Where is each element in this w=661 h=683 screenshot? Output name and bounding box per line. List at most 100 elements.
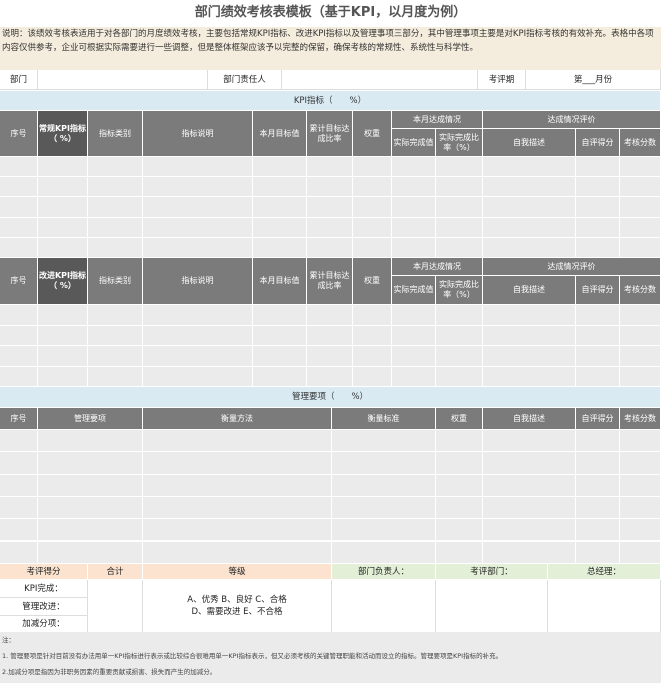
table-cell[interactable] bbox=[332, 452, 436, 475]
table-cell[interactable] bbox=[353, 237, 392, 258]
table-cell[interactable] bbox=[436, 157, 483, 178]
table-cell[interactable] bbox=[436, 474, 483, 497]
table-cell[interactable] bbox=[0, 519, 38, 542]
table-cell[interactable] bbox=[483, 474, 576, 497]
table-cell[interactable] bbox=[392, 217, 436, 238]
table-cell[interactable] bbox=[0, 157, 38, 178]
table-cell[interactable] bbox=[143, 496, 332, 520]
table-cell[interactable] bbox=[576, 157, 620, 178]
table-cell[interactable] bbox=[0, 217, 38, 238]
table-cell[interactable] bbox=[38, 541, 143, 564]
table-cell[interactable] bbox=[620, 157, 661, 178]
grade-options[interactable]: A、优秀 B、良好 C、合格 D、需要改进 E、不合格 bbox=[143, 580, 332, 633]
table-cell[interactable] bbox=[576, 346, 620, 367]
table-cell[interactable] bbox=[143, 366, 253, 387]
table-cell[interactable] bbox=[483, 217, 576, 238]
dept-head-signature[interactable] bbox=[332, 580, 436, 633]
table-cell[interactable] bbox=[307, 366, 353, 387]
table-cell[interactable] bbox=[620, 346, 661, 367]
table-cell[interactable] bbox=[38, 237, 88, 258]
table-cell[interactable] bbox=[392, 346, 436, 367]
table-cell[interactable] bbox=[620, 541, 661, 564]
table-cell[interactable] bbox=[38, 474, 143, 497]
table-cell[interactable] bbox=[436, 237, 483, 258]
table-cell[interactable] bbox=[483, 197, 576, 218]
table-cell[interactable] bbox=[436, 177, 483, 198]
audit-dept-signature[interactable] bbox=[436, 580, 548, 633]
table-cell[interactable] bbox=[353, 177, 392, 198]
table-cell[interactable] bbox=[576, 177, 620, 198]
table-cell[interactable] bbox=[253, 177, 307, 198]
table-cell[interactable] bbox=[0, 346, 38, 367]
table-cell[interactable] bbox=[38, 325, 88, 346]
table-cell[interactable] bbox=[0, 474, 38, 497]
table-cell[interactable] bbox=[253, 217, 307, 238]
table-cell[interactable] bbox=[38, 496, 143, 520]
table-cell[interactable] bbox=[576, 541, 620, 564]
table-cell[interactable] bbox=[483, 177, 576, 198]
table-cell[interactable] bbox=[332, 519, 436, 542]
table-cell[interactable] bbox=[620, 325, 661, 346]
table-cell[interactable] bbox=[0, 366, 38, 387]
table-cell[interactable] bbox=[620, 305, 661, 326]
table-cell[interactable] bbox=[88, 346, 143, 367]
table-cell[interactable] bbox=[620, 177, 661, 198]
table-cell[interactable] bbox=[143, 217, 253, 238]
table-cell[interactable] bbox=[436, 197, 483, 218]
table-cell[interactable] bbox=[0, 177, 38, 198]
dept-head-input[interactable] bbox=[282, 70, 478, 90]
table-cell[interactable] bbox=[392, 237, 436, 258]
table-cell[interactable] bbox=[620, 496, 661, 520]
table-cell[interactable] bbox=[483, 305, 576, 326]
table-cell[interactable] bbox=[483, 237, 576, 258]
table-cell[interactable] bbox=[620, 217, 661, 238]
table-cell[interactable] bbox=[483, 519, 576, 542]
table-cell[interactable] bbox=[307, 305, 353, 326]
table-cell[interactable] bbox=[576, 519, 620, 542]
table-cell[interactable] bbox=[483, 541, 576, 564]
table-cell[interactable] bbox=[88, 177, 143, 198]
table-cell[interactable] bbox=[143, 305, 253, 326]
table-cell[interactable] bbox=[143, 430, 332, 453]
table-cell[interactable] bbox=[576, 325, 620, 346]
table-cell[interactable] bbox=[143, 346, 253, 367]
table-cell[interactable] bbox=[576, 237, 620, 258]
table-cell[interactable] bbox=[483, 346, 576, 367]
table-cell[interactable] bbox=[253, 346, 307, 367]
table-cell[interactable] bbox=[143, 177, 253, 198]
table-cell[interactable] bbox=[436, 430, 483, 453]
table-cell[interactable] bbox=[253, 237, 307, 258]
table-cell[interactable] bbox=[38, 177, 88, 198]
table-cell[interactable] bbox=[483, 452, 576, 475]
table-cell[interactable] bbox=[392, 305, 436, 326]
table-cell[interactable] bbox=[307, 325, 353, 346]
table-cell[interactable] bbox=[483, 430, 576, 453]
table-cell[interactable] bbox=[38, 346, 88, 367]
table-cell[interactable] bbox=[307, 346, 353, 367]
table-cell[interactable] bbox=[576, 366, 620, 387]
table-cell[interactable] bbox=[353, 325, 392, 346]
table-cell[interactable] bbox=[576, 430, 620, 453]
table-cell[interactable] bbox=[253, 366, 307, 387]
period-value[interactable]: 第___月份 bbox=[526, 70, 661, 90]
table-cell[interactable] bbox=[436, 325, 483, 346]
table-cell[interactable] bbox=[88, 237, 143, 258]
table-cell[interactable] bbox=[0, 430, 38, 453]
table-cell[interactable] bbox=[307, 177, 353, 198]
table-cell[interactable] bbox=[483, 325, 576, 346]
table-cell[interactable] bbox=[88, 325, 143, 346]
table-cell[interactable] bbox=[436, 452, 483, 475]
table-cell[interactable] bbox=[353, 346, 392, 367]
table-cell[interactable] bbox=[0, 305, 38, 326]
table-cell[interactable] bbox=[576, 217, 620, 238]
table-cell[interactable] bbox=[38, 197, 88, 218]
table-cell[interactable] bbox=[576, 197, 620, 218]
table-cell[interactable] bbox=[0, 452, 38, 475]
table-cell[interactable] bbox=[143, 452, 332, 475]
table-cell[interactable] bbox=[620, 452, 661, 475]
table-cell[interactable] bbox=[576, 474, 620, 497]
table-cell[interactable] bbox=[483, 366, 576, 387]
table-cell[interactable] bbox=[38, 366, 88, 387]
table-cell[interactable] bbox=[353, 157, 392, 178]
table-cell[interactable] bbox=[576, 305, 620, 326]
